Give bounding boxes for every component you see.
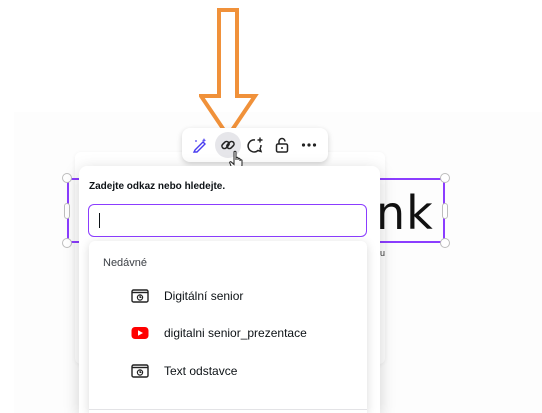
magic-edit-button[interactable] — [187, 132, 213, 158]
canvas-text[interactable]: nk — [376, 190, 434, 236]
magic-pencil-icon — [192, 138, 207, 153]
recent-heading: Nedávné — [103, 257, 148, 269]
divider — [89, 409, 367, 410]
comment-plus-icon — [247, 137, 263, 153]
presentation-icon — [131, 289, 149, 303]
resize-handle-top-left[interactable] — [62, 173, 72, 183]
resize-handle-top-right[interactable] — [440, 173, 450, 183]
canvas-text-fragment: u — [380, 248, 386, 258]
resize-handle-bottom-left[interactable] — [62, 238, 72, 248]
recent-item[interactable]: Text odstavce — [89, 354, 367, 388]
lock-icon — [275, 137, 289, 153]
lock-button[interactable] — [269, 132, 295, 158]
recent-links-dropdown: Nedávné Digitální senior digitalni senio… — [89, 241, 367, 413]
comment-button[interactable] — [242, 132, 268, 158]
link-search-input[interactable] — [88, 204, 367, 237]
text-caret — [99, 213, 100, 228]
element-toolbar — [182, 128, 328, 162]
resize-handle-left[interactable] — [64, 203, 70, 219]
more-icon — [301, 143, 317, 147]
resize-handle-right[interactable] — [442, 203, 448, 219]
presentation-icon — [131, 364, 149, 378]
recent-item-label: Text odstavce — [164, 364, 238, 378]
annotation-arrow-icon — [199, 8, 259, 138]
link-input-label: Zadejte odkaz nebo hledejte. — [89, 181, 226, 192]
resize-handle-bottom-right[interactable] — [440, 238, 450, 248]
more-button[interactable] — [296, 132, 322, 158]
recent-item-label: Digitální senior — [164, 289, 244, 303]
recent-item-label: digitalni senior_prezentace — [164, 326, 307, 340]
link-popover: Zadejte odkaz nebo hledejte. Nedávné Dig… — [79, 166, 380, 413]
recent-item[interactable]: digitalni senior_prezentace — [89, 316, 367, 350]
youtube-icon — [131, 327, 149, 339]
recent-item[interactable]: Digitální senior — [89, 279, 367, 313]
